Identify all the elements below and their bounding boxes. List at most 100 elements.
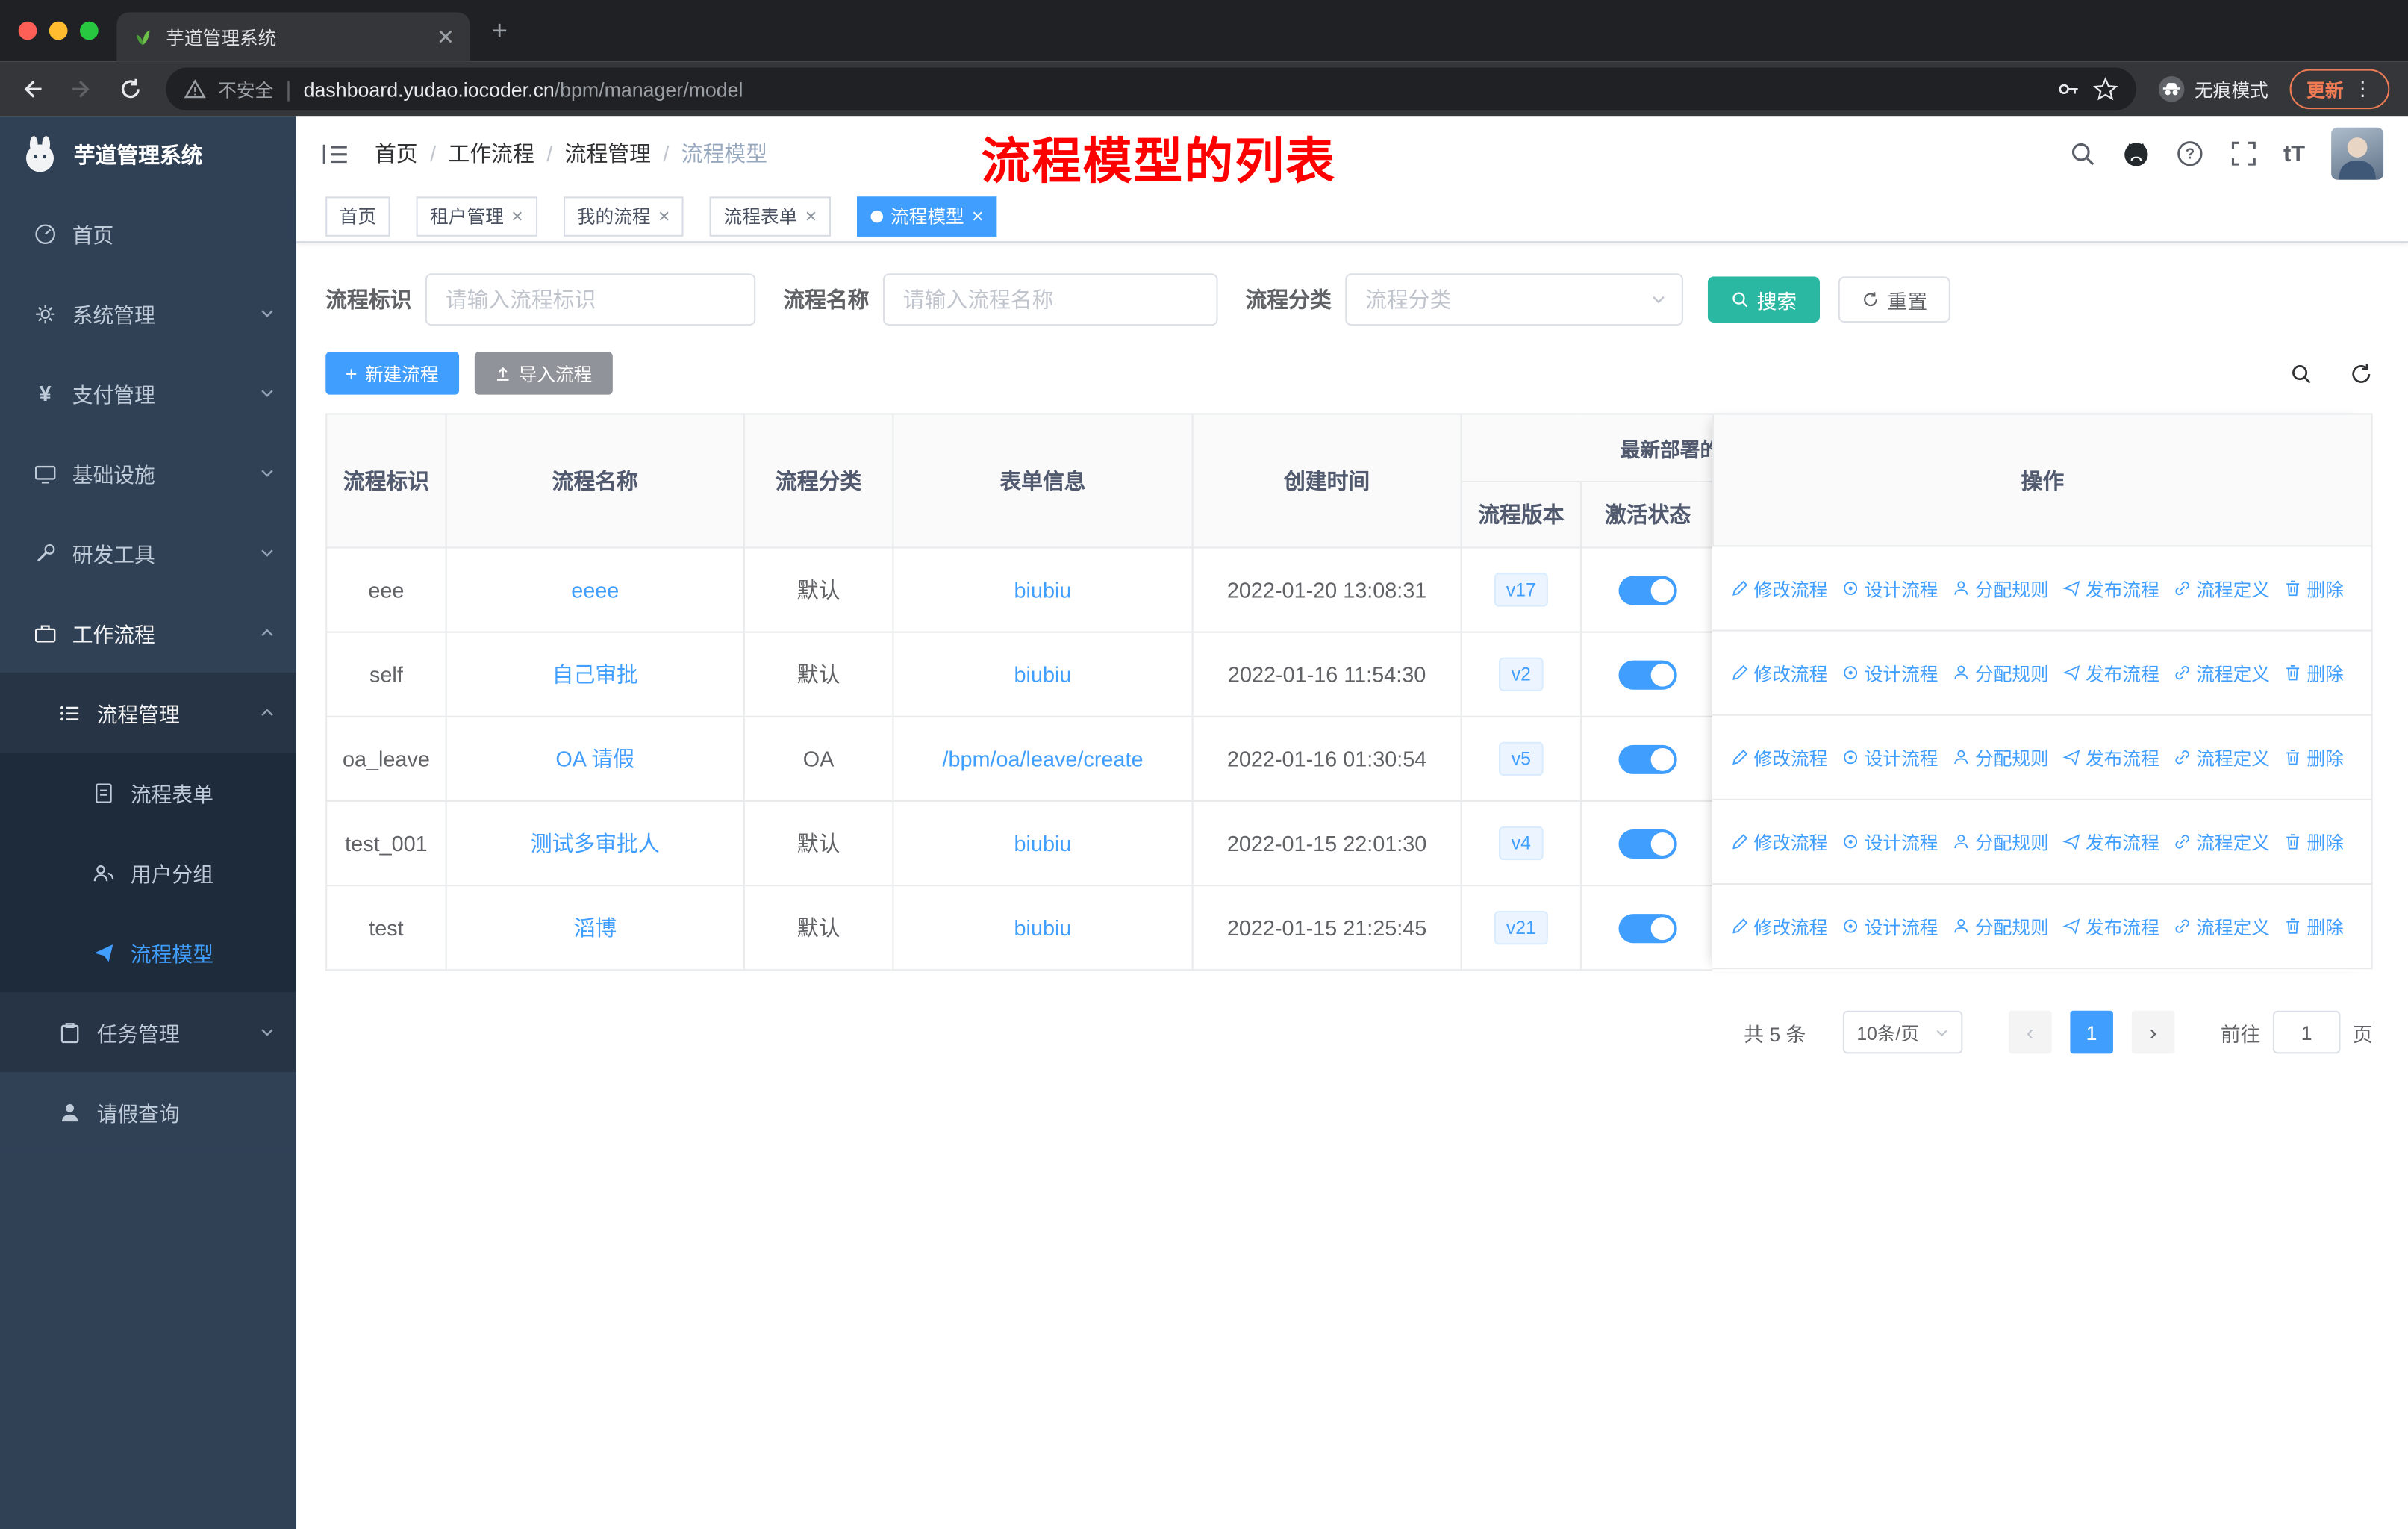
new-tab-button[interactable]: + — [491, 17, 508, 45]
action-definition-link[interactable]: 流程定义 — [2173, 575, 2270, 601]
page-size-select[interactable]: 10条/页 — [1842, 1010, 1963, 1054]
tag-close-icon[interactable]: × — [972, 206, 984, 226]
action-definition-link[interactable]: 流程定义 — [2173, 913, 2270, 939]
action-definition-link[interactable]: 流程定义 — [2173, 829, 2270, 855]
process-name-link[interactable]: 测试多审批人 — [531, 831, 660, 856]
github-icon[interactable] — [2122, 140, 2150, 167]
sidebar-item-user-group[interactable]: 用户分组 — [0, 832, 297, 913]
form-info-link[interactable]: /bpm/oa/leave/create — [942, 747, 1143, 771]
bookmark-star-icon[interactable] — [2093, 77, 2118, 102]
tag-close-icon[interactable]: × — [805, 206, 817, 226]
active-toggle[interactable] — [1618, 575, 1677, 605]
forward-icon[interactable] — [68, 75, 96, 103]
import-process-button[interactable]: 导入流程 — [473, 352, 613, 395]
tag-close-icon[interactable]: × — [658, 206, 670, 226]
process-name-input[interactable] — [883, 273, 1218, 326]
breadcrumb-workflow[interactable]: 工作流程 — [449, 138, 534, 169]
user-avatar[interactable] — [2331, 127, 2384, 180]
action-design-link[interactable]: 设计流程 — [1841, 829, 1938, 855]
process-name-link[interactable]: 滔博 — [573, 915, 617, 940]
process-name-link[interactable]: OA 请假 — [555, 747, 634, 771]
action-design-link[interactable]: 设计流程 — [1841, 575, 1938, 601]
action-definition-link[interactable]: 流程定义 — [2173, 744, 2270, 770]
help-icon[interactable]: ? — [2176, 140, 2203, 167]
active-toggle[interactable] — [1618, 744, 1677, 773]
breadcrumb-home[interactable]: 首页 — [375, 138, 418, 169]
sidebar-toggle-icon[interactable] — [321, 139, 350, 168]
back-icon[interactable] — [19, 75, 46, 103]
refresh-table-icon[interactable] — [2350, 362, 2373, 385]
form-info-link[interactable]: biubiu — [1014, 662, 1072, 687]
action-publish-link[interactable]: 发布流程 — [2062, 829, 2159, 855]
form-info-link[interactable]: biubiu — [1014, 831, 1072, 856]
action-edit-link[interactable]: 修改流程 — [1731, 913, 1827, 939]
process-key-input[interactable] — [425, 273, 756, 326]
action-edit-link[interactable]: 修改流程 — [1731, 744, 1827, 770]
action-assign-link[interactable]: 分配规则 — [1952, 575, 2049, 601]
search-button[interactable]: 搜索 — [1707, 276, 1821, 323]
sidebar-item-leave-query[interactable]: 请假查询 — [0, 1072, 297, 1153]
create-process-button[interactable]: + 新建流程 — [325, 352, 459, 395]
window-zoom-button[interactable] — [79, 21, 99, 40]
sidebar-item-process-model[interactable]: 流程模型 — [0, 912, 297, 993]
action-delete-link[interactable]: 删除 — [2284, 744, 2344, 770]
reload-icon[interactable] — [116, 75, 144, 103]
action-edit-link[interactable]: 修改流程 — [1731, 829, 1827, 855]
sidebar-item-infrastructure[interactable]: 基础设施 — [0, 433, 296, 513]
font-size-icon[interactable]: tT — [2283, 140, 2305, 166]
fullscreen-icon[interactable] — [2230, 140, 2257, 167]
address-bar[interactable]: 不安全 | dashboard.yudao.iocoder.cn/bpm/man… — [166, 67, 2136, 111]
action-publish-link[interactable]: 发布流程 — [2062, 575, 2159, 601]
tag-process-form[interactable]: 流程表单 × — [710, 196, 831, 236]
process-name-link[interactable]: eeee — [571, 578, 619, 602]
action-publish-link[interactable]: 发布流程 — [2062, 913, 2159, 939]
active-toggle[interactable] — [1618, 659, 1677, 689]
version-badge[interactable]: v2 — [1499, 657, 1544, 691]
sidebar-item-home[interactable]: 首页 — [0, 193, 296, 273]
breadcrumb-process-management[interactable]: 流程管理 — [565, 138, 651, 169]
window-minimize-button[interactable] — [49, 21, 68, 40]
action-assign-link[interactable]: 分配规则 — [1952, 660, 2049, 686]
action-assign-link[interactable]: 分配规则 — [1952, 744, 2049, 770]
version-badge[interactable]: v4 — [1499, 826, 1544, 861]
action-design-link[interactable]: 设计流程 — [1841, 913, 1938, 939]
browser-menu-update-button[interactable]: 更新 ⋮ — [2289, 69, 2390, 110]
version-badge[interactable]: v17 — [1494, 573, 1549, 607]
goto-page-input[interactable] — [2272, 1010, 2341, 1054]
action-publish-link[interactable]: 发布流程 — [2062, 744, 2159, 770]
window-close-button[interactable] — [18, 21, 37, 40]
action-design-link[interactable]: 设计流程 — [1841, 744, 1938, 770]
action-design-link[interactable]: 设计流程 — [1841, 660, 1938, 686]
action-edit-link[interactable]: 修改流程 — [1731, 575, 1827, 601]
tag-tenant[interactable]: 租户管理 × — [416, 196, 537, 236]
search-icon[interactable] — [2068, 140, 2096, 167]
browser-tab[interactable]: 芋道管理系统 ✕ — [116, 12, 470, 62]
action-assign-link[interactable]: 分配规则 — [1952, 913, 2049, 939]
tag-my-process[interactable]: 我的流程 × — [563, 196, 684, 236]
prev-page-button[interactable]: ‹ — [2009, 1010, 2052, 1054]
form-info-link[interactable]: biubiu — [1014, 578, 1072, 602]
current-page[interactable]: 1 — [2070, 1010, 2113, 1054]
next-page-button[interactable]: › — [2131, 1010, 2175, 1054]
active-toggle[interactable] — [1618, 913, 1677, 943]
process-name-link[interactable]: 自己审批 — [552, 662, 638, 687]
form-info-link[interactable]: biubiu — [1014, 915, 1072, 940]
sidebar-item-process-management[interactable]: 流程管理 — [0, 673, 297, 753]
sidebar-item-task-management[interactable]: 任务管理 — [0, 992, 297, 1073]
tag-home[interactable]: 首页 — [325, 196, 390, 236]
action-publish-link[interactable]: 发布流程 — [2062, 660, 2159, 686]
show-search-icon[interactable] — [2290, 362, 2313, 385]
action-delete-link[interactable]: 删除 — [2284, 575, 2344, 601]
process-category-select[interactable]: 流程分类 — [1345, 273, 1683, 326]
active-toggle[interactable] — [1618, 828, 1677, 859]
sidebar-item-payment[interactable]: ¥ 支付管理 — [0, 353, 296, 433]
reset-button[interactable]: 重置 — [1838, 276, 1950, 323]
action-delete-link[interactable]: 删除 — [2284, 660, 2344, 686]
security-warning-icon[interactable] — [184, 78, 206, 100]
sidebar-item-workflow[interactable]: 工作流程 — [0, 593, 296, 673]
tag-close-icon[interactable]: × — [511, 206, 523, 226]
action-delete-link[interactable]: 删除 — [2284, 913, 2344, 939]
sidebar-item-devtools[interactable]: 研发工具 — [0, 513, 296, 593]
action-delete-link[interactable]: 删除 — [2284, 829, 2344, 855]
action-definition-link[interactable]: 流程定义 — [2173, 660, 2270, 686]
